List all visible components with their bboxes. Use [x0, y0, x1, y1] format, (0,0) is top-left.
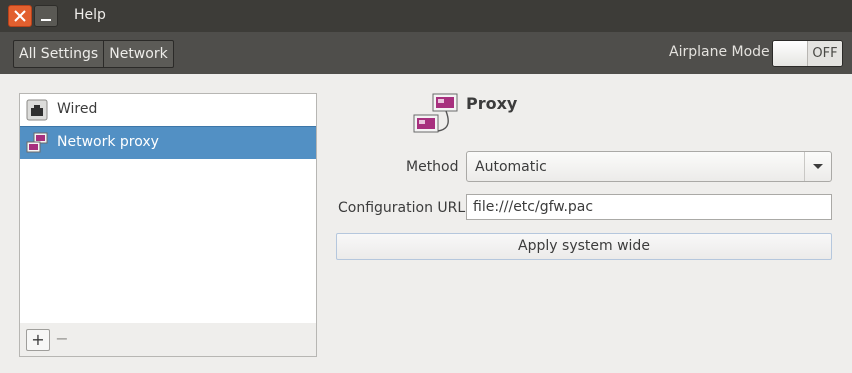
list-item-network-proxy[interactable]: Network proxy [20, 126, 316, 159]
proxy-icon [413, 93, 458, 133]
list-item-wired[interactable]: Wired [20, 94, 316, 126]
breadcrumb: All Settings Network [13, 40, 174, 68]
page-title: Proxy [466, 94, 518, 113]
network-proxy-icon [26, 132, 48, 153]
device-list: Wired Network proxy [19, 93, 317, 324]
breadcrumb-all-settings[interactable]: All Settings [14, 41, 103, 67]
menu-help[interactable]: Help [74, 7, 106, 23]
close-button[interactable] [8, 5, 32, 27]
remove-button[interactable]: − [50, 329, 74, 351]
airplane-mode-toggle[interactable]: OFF [772, 40, 843, 67]
method-label: Method [406, 159, 459, 175]
airplane-mode-label: Airplane Mode [669, 44, 770, 60]
add-button[interactable]: + [26, 329, 50, 351]
apply-system-wide-button[interactable]: Apply system wide [336, 233, 832, 260]
dropdown-arrow[interactable] [804, 152, 831, 181]
title-bar: Help [0, 0, 852, 32]
method-value: Automatic [475, 159, 547, 175]
configuration-url-label: Configuration URL [338, 200, 466, 216]
toggle-knob[interactable] [773, 41, 808, 66]
configuration-url-input[interactable] [466, 194, 832, 220]
method-select[interactable]: Automatic [466, 151, 832, 182]
toolbar: All Settings Network Airplane Mode OFF [0, 32, 852, 74]
list-toolbar: + − [19, 323, 317, 357]
list-item-label: Wired [57, 101, 98, 117]
chevron-down-icon [813, 164, 823, 169]
ethernet-icon [26, 99, 48, 121]
breadcrumb-network[interactable]: Network [103, 41, 172, 67]
close-icon [14, 10, 26, 22]
list-item-label: Network proxy [57, 134, 159, 150]
toggle-state-label: OFF [808, 41, 842, 66]
minimize-button[interactable] [34, 5, 58, 27]
minimize-icon [41, 19, 51, 21]
